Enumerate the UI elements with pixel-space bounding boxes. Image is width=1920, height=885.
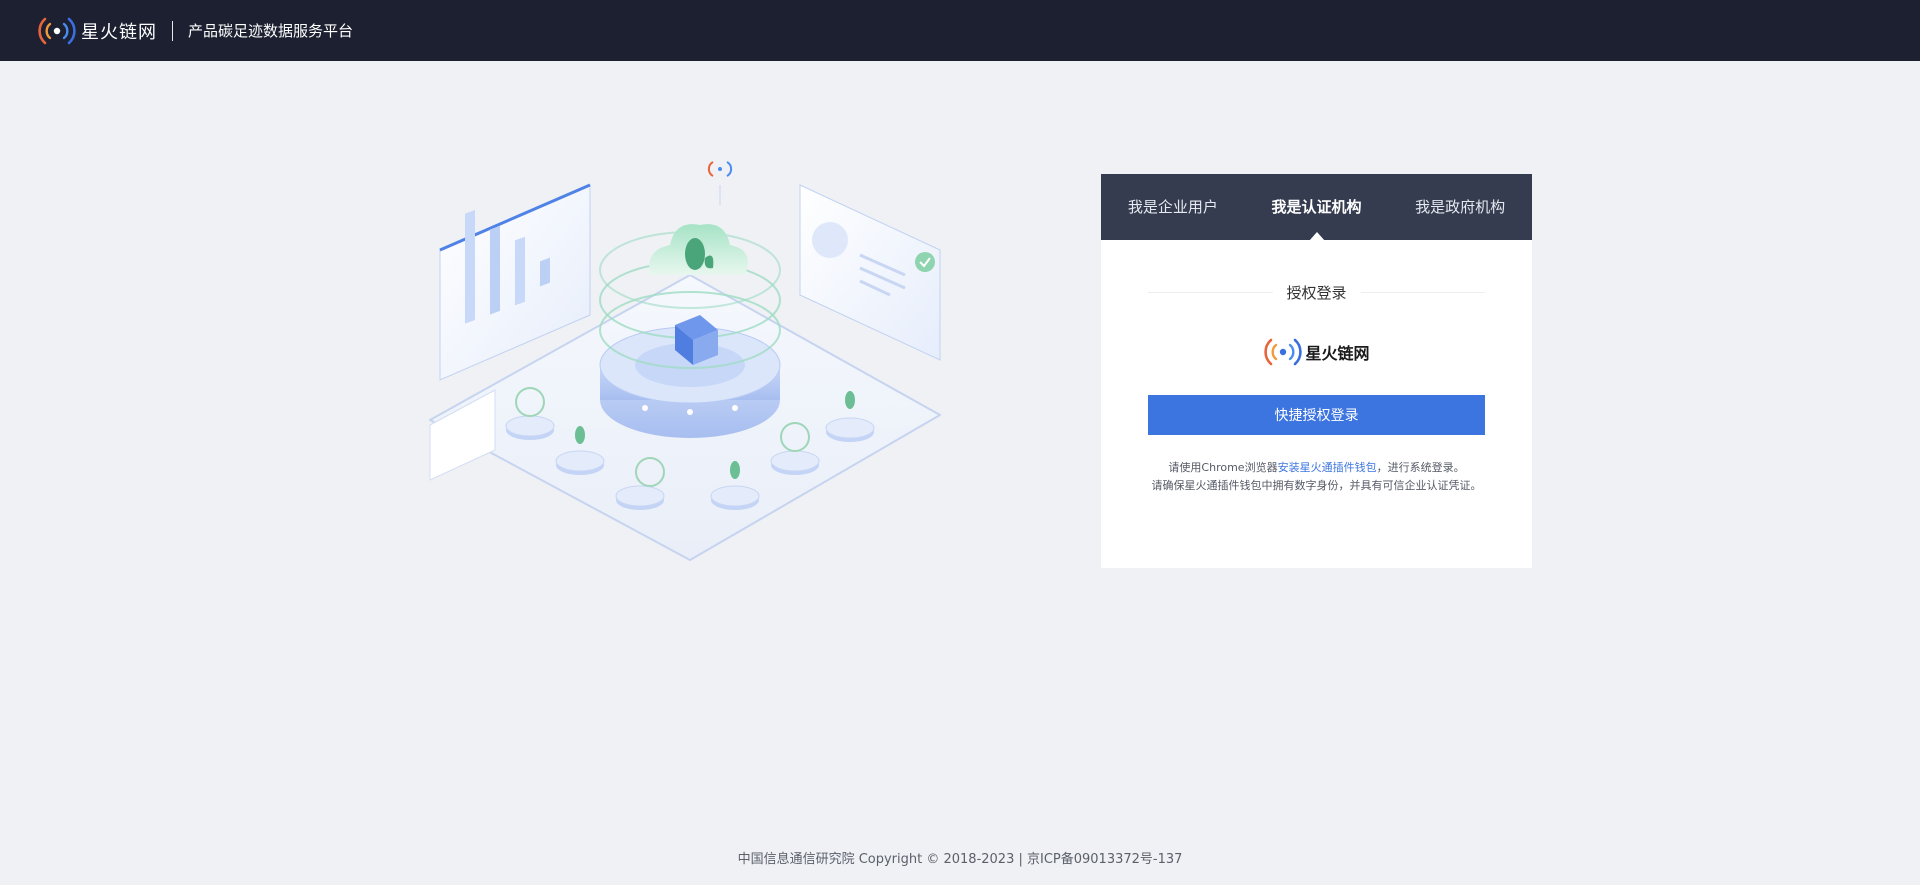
authorize-login-title: 授权登录 [1286, 284, 1347, 302]
hint-line-2: 请确保星火通插件钱包中拥有数字身份，并具有可信企业认证凭证。 [1151, 479, 1482, 492]
active-tab-caret [1308, 232, 1325, 241]
platform-title: 产品碳足迹数据服务平台 [188, 22, 354, 40]
signal-logo-icon [38, 17, 76, 44]
divider-line-left [1148, 292, 1273, 293]
tab-government-agency[interactable]: 我是政府机构 [1388, 174, 1532, 240]
hint-prefix: 请使用Chrome浏览器 [1168, 461, 1278, 474]
brand[interactable]: 星火链网 [37, 16, 157, 46]
install-wallet-link[interactable]: 安装星火通插件钱包 [1278, 461, 1377, 474]
top-nav-bar: 星火链网 产品碳足迹数据服务平台 [0, 0, 1920, 61]
login-hint: 请使用Chrome浏览器安装星火通插件钱包，进行系统登录。 请确保星火通插件钱包… [1148, 459, 1485, 495]
profile-panel [799, 184, 941, 361]
hint-suffix: ，进行系统登录。 [1376, 461, 1465, 474]
divider-line-right [1360, 292, 1486, 293]
quick-authorize-login-button[interactable]: 快捷授权登录 [1148, 395, 1485, 435]
tab-certification-body[interactable]: 我是认证机构 [1245, 174, 1389, 241]
signal-logo-icon [1264, 338, 1303, 366]
tab-certification-body-label: 我是认证机构 [1271, 198, 1362, 216]
hint-line-1: 请使用Chrome浏览器安装星火通插件钱包，进行系统登录。 [1148, 459, 1485, 477]
card-brand: 星火链网 [1148, 337, 1485, 367]
check-badge-icon [915, 252, 935, 272]
section-title: 授权登录 [1148, 282, 1486, 303]
signal-beacon-icon [707, 161, 733, 205]
footer-copyright: 中国信息通信研究院 Copyright © 2018-2023 | 京ICP备0… [737, 852, 1183, 867]
hero-illustration [429, 161, 941, 561]
cloud-footprint-icon [649, 224, 748, 275]
brand-name: 星火链网 [81, 21, 157, 43]
login-card: 我是企业用户 我是认证机构 我是政府机构 授权登录 星火链网 快捷授权登录 请使… [1101, 174, 1532, 568]
brand-divider [172, 20, 173, 41]
card-brand-name: 星火链网 [1305, 344, 1370, 363]
user-type-tabs: 我是企业用户 我是认证机构 我是政府机构 [1101, 174, 1532, 241]
tab-enterprise-user[interactable]: 我是企业用户 [1101, 174, 1245, 240]
